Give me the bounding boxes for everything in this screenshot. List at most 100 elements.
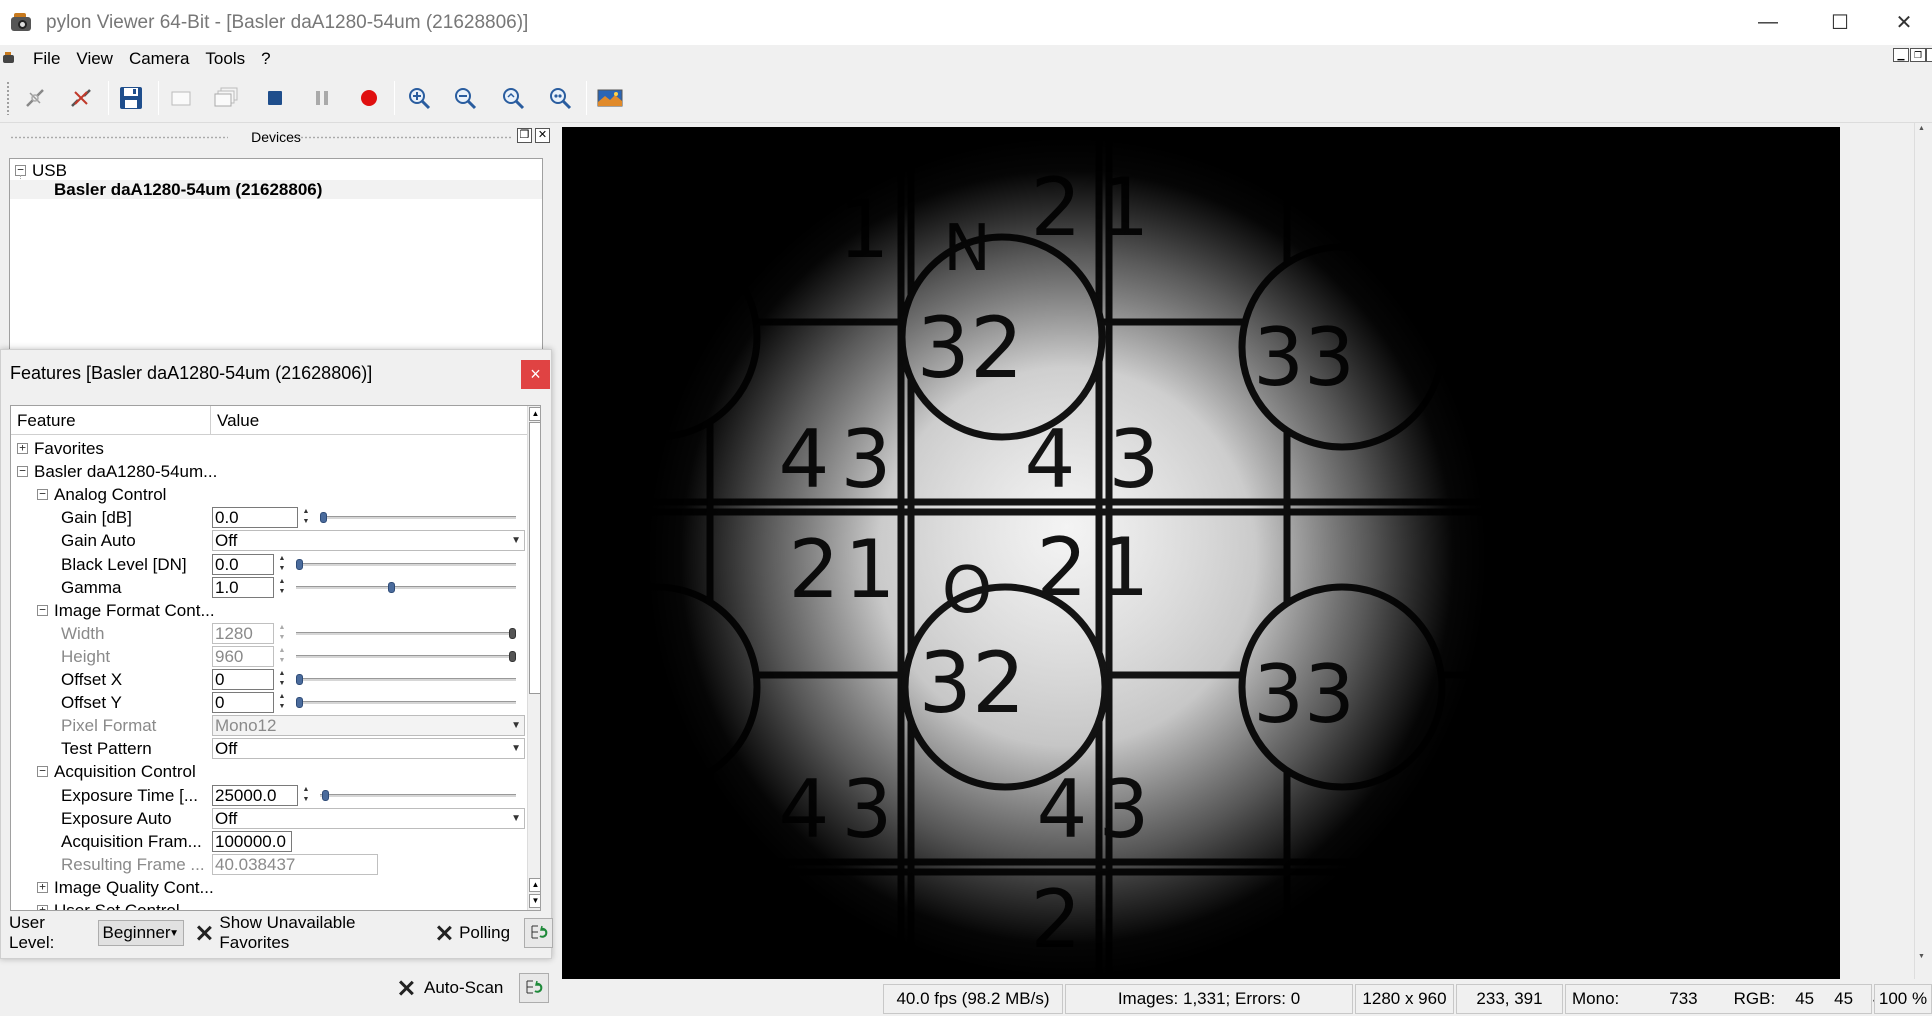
feature-row[interactable]: Acquisition Fram... 100000.0: [11, 830, 527, 853]
feature-row[interactable]: Height 960 ▲ ▼: [11, 645, 527, 668]
record-icon[interactable]: [350, 79, 388, 117]
refresh-devices-icon[interactable]: [62, 79, 100, 117]
close-button[interactable]: ✕: [1876, 0, 1932, 45]
feature-value-input[interactable]: 1.0: [212, 576, 274, 598]
feature-row[interactable]: − Acquisition Control: [11, 760, 527, 783]
maximize-button[interactable]: ☐: [1804, 0, 1876, 45]
slider-thumb[interactable]: [321, 789, 329, 801]
show-unavailable-checkbox[interactable]: [196, 925, 211, 941]
spin-arrows-icon[interactable]: ▲ ▼: [300, 507, 312, 528]
slider-thumb[interactable]: [296, 558, 303, 570]
collapse-icon[interactable]: −: [37, 604, 48, 616]
zoom-100-icon[interactable]: [541, 79, 579, 117]
feature-row[interactable]: Offset Y 0 ▲ ▼: [11, 691, 527, 714]
feature-row[interactable]: Offset X 0 ▲ ▼: [11, 668, 527, 691]
feature-row[interactable]: Width 1280 ▲ ▼: [11, 622, 527, 645]
feature-dropdown[interactable]: Off ▼: [212, 807, 525, 829]
slider-thumb[interactable]: [387, 581, 395, 593]
scroll-thumb[interactable]: [529, 422, 540, 694]
image-vertical-scrollbar[interactable]: ▲ ▼: [1914, 123, 1932, 979]
scroll-up-arrow-icon[interactable]: ▲: [1918, 125, 1930, 135]
pause-icon[interactable]: [303, 79, 341, 117]
single-shot-icon[interactable]: [162, 79, 200, 117]
zoom-in-icon[interactable]: [400, 79, 438, 117]
feature-row[interactable]: Gain [dB] 0.0 ▲ ▼: [11, 506, 527, 529]
feature-value-input[interactable]: 25000.0: [212, 784, 298, 806]
value-slider[interactable]: [320, 516, 516, 520]
refresh-features-button[interactable]: [524, 918, 553, 948]
menu-help[interactable]: ?: [253, 49, 278, 69]
value-slider[interactable]: [320, 793, 516, 797]
feature-row[interactable]: Resulting Frame ... 40.038437: [11, 853, 527, 876]
feature-dropdown[interactable]: Off ▼: [212, 738, 525, 760]
features-close-button[interactable]: ×: [521, 360, 550, 389]
spin-arrows-icon[interactable]: ▲ ▼: [276, 554, 288, 575]
mdi-restore-icon[interactable]: ❐: [1910, 48, 1926, 62]
feature-scrollbar[interactable]: ▲ ▲ ▼: [527, 406, 540, 910]
image-window-icon[interactable]: [591, 79, 629, 117]
collapse-icon[interactable]: −: [37, 765, 48, 778]
menu-tools[interactable]: Tools: [197, 49, 253, 69]
spin-arrows-icon[interactable]: ▲ ▼: [276, 669, 288, 690]
spin-arrows-icon[interactable]: ▲ ▼: [276, 577, 288, 598]
tree-node-usb[interactable]: − USB: [15, 161, 67, 180]
feature-row[interactable]: + User Set Control: [11, 899, 527, 910]
feature-value-input[interactable]: 0: [212, 669, 274, 690]
slider-thumb[interactable]: [320, 512, 327, 524]
scroll-up-arrow-icon[interactable]: ▲: [529, 878, 540, 892]
feature-row[interactable]: − Analog Control: [11, 483, 527, 506]
multi-shot-icon[interactable]: [208, 79, 246, 117]
column-value[interactable]: Value: [211, 406, 527, 435]
zoom-out-icon[interactable]: [446, 79, 484, 117]
scroll-down-arrow-icon[interactable]: ▼: [1918, 953, 1930, 963]
stop-icon[interactable]: [256, 79, 294, 117]
feature-row[interactable]: Exposure Time [... 25000.0 ▲ ▼: [11, 784, 527, 807]
feature-value-input[interactable]: 100000.0: [212, 830, 292, 852]
feature-value-input[interactable]: 0.0: [212, 553, 274, 575]
expand-icon[interactable]: +: [37, 881, 48, 893]
scroll-up-arrow-icon[interactable]: ▲: [529, 407, 540, 421]
disconnect-icon[interactable]: [16, 79, 54, 117]
value-slider[interactable]: [296, 678, 516, 681]
feature-row[interactable]: Black Level [DN] 0.0 ▲ ▼: [11, 553, 527, 576]
feature-value-input[interactable]: 0: [212, 692, 274, 714]
mdi-close-icon[interactable]: [1926, 48, 1932, 62]
collapse-icon[interactable]: −: [17, 465, 28, 478]
feature-row[interactable]: − Image Format Cont...: [11, 599, 527, 622]
menu-camera[interactable]: Camera: [121, 49, 197, 69]
undock-icon[interactable]: ❐: [517, 128, 532, 143]
camera-image[interactable]: N O 32 32 33 33 4 3 4 3 2 1 2 1 4 3 4 3 …: [562, 127, 1840, 979]
toolbar-grip[interactable]: [6, 81, 10, 115]
expand-icon[interactable]: +: [37, 904, 48, 910]
menu-view[interactable]: View: [68, 49, 121, 69]
mdi-minimize-icon[interactable]: ▁: [1893, 48, 1909, 62]
slider-thumb[interactable]: [296, 697, 303, 709]
user-level-dropdown[interactable]: Beginner ▼: [97, 920, 185, 946]
value-slider[interactable]: [296, 701, 516, 705]
scroll-down-arrow-icon[interactable]: ▼: [529, 894, 540, 908]
tree-node-device[interactable]: Basler daA1280-54um (21628806): [10, 180, 542, 199]
column-feature[interactable]: Feature: [11, 406, 211, 435]
feature-row[interactable]: Test Pattern Off ▼: [11, 737, 527, 760]
spin-arrows-icon[interactable]: ▲ ▼: [300, 785, 312, 806]
value-slider[interactable]: [296, 585, 516, 589]
minimize-button[interactable]: —: [1732, 0, 1804, 45]
feature-row[interactable]: Exposure Auto Off ▼: [11, 807, 527, 830]
feature-row[interactable]: Gamma 1.0 ▲ ▼: [11, 576, 527, 599]
slider-thumb[interactable]: [296, 674, 303, 685]
feature-row[interactable]: Gain Auto Off ▼: [11, 529, 527, 552]
feature-value-input[interactable]: 0.0: [212, 507, 298, 529]
feature-dropdown[interactable]: Off ▼: [212, 530, 525, 552]
feature-row[interactable]: − Basler daA1280-54um...: [11, 460, 527, 483]
save-icon[interactable]: [112, 79, 150, 117]
feature-row[interactable]: + Favorites: [11, 437, 527, 460]
spin-arrows-icon[interactable]: ▲ ▼: [276, 692, 288, 713]
zoom-fit-icon[interactable]: [494, 79, 532, 117]
polling-checkbox[interactable]: [436, 925, 451, 941]
feature-row[interactable]: + Image Quality Cont...: [11, 876, 527, 899]
devices-close-icon[interactable]: ✕: [535, 128, 550, 143]
feature-row[interactable]: Pixel Format Mono12 ▼: [11, 714, 527, 737]
collapse-icon[interactable]: −: [37, 488, 48, 501]
menu-file[interactable]: File: [25, 49, 68, 69]
expand-icon[interactable]: +: [17, 442, 28, 454]
